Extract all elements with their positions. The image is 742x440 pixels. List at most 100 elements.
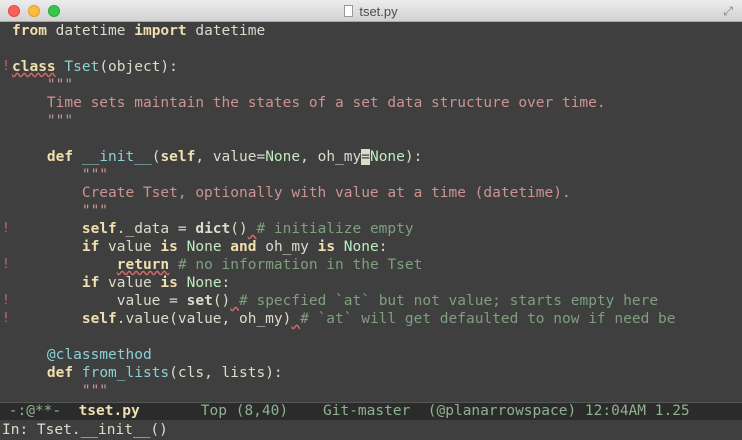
text-cursor[interactable]: = [361, 149, 370, 165]
code-line-15: if value is None: [0, 274, 742, 292]
docstring: Create Tset, optionally with value at a … [81, 185, 571, 201]
keyword: if [81, 275, 100, 291]
code-text: () [230, 221, 248, 237]
buffer-name[interactable]: tset.py [79, 403, 140, 419]
constant: None [343, 239, 379, 255]
code-line-6: """ [0, 112, 742, 130]
keyword: if [81, 239, 100, 255]
code-line-16: ! value = set() # specfied `at` but not … [0, 292, 742, 310]
constant: None [186, 239, 222, 255]
code-text: value [99, 275, 161, 291]
code-line-5: Time sets maintain the states of a set d… [0, 94, 742, 112]
self-keyword: self [81, 311, 117, 327]
lint-warning-marker: ! [2, 293, 10, 308]
keyword: def [46, 149, 74, 165]
code-line-12: ! self._data = dict() # initialize empty [0, 220, 742, 238]
fullscreen-icon[interactable]: ⤢ [720, 3, 736, 19]
keyword: class [12, 59, 56, 75]
constant: None [265, 149, 301, 165]
code-line-21: """ [0, 382, 742, 400]
code-line-4: """ [0, 76, 742, 94]
minibuffer[interactable]: In: Tset.__init__() [0, 420, 742, 440]
code-text: datetime [46, 23, 135, 39]
code-text: ._data = [116, 221, 196, 237]
keyword: is [317, 239, 336, 255]
docstring: """ [81, 167, 109, 183]
vc-branch[interactable]: Git-master [288, 403, 410, 419]
mode-line-extra: (@planarrowspace) 12:04AM 1.25 [410, 403, 690, 419]
keyword: is [160, 275, 178, 291]
code-line-1: from datetime import datetime [0, 22, 742, 40]
code-line-14: ! return # no information in the Tset [0, 256, 742, 274]
docstring: """ [46, 113, 74, 129]
title-bar[interactable]: tset.py ⤢ [0, 0, 742, 22]
code-line-3: ! class Tset(object): [0, 58, 742, 76]
window-title: tset.py [359, 3, 398, 19]
window-title-group: tset.py [0, 0, 742, 22]
comment: # `at` will get defaulted to now if need… [300, 311, 676, 327]
function-name: __init__ [81, 149, 152, 165]
code-line-13: if value is None and oh_my is None: [0, 238, 742, 256]
mode-line[interactable]: -:@**- tset.py Top (8,40) Git-master (@p… [0, 402, 742, 420]
docstring: """ [81, 203, 109, 219]
keyword: from [12, 23, 47, 39]
code-editor[interactable]: from datetime import datetime ! class Tse… [0, 22, 742, 402]
code-line-9: """ [0, 166, 742, 184]
code-line-10: Create Tset, optionally with value at a … [0, 184, 742, 202]
code-text: datetime [186, 23, 266, 39]
cursor-position: Top (8,40) [139, 403, 289, 419]
self-keyword: self [81, 221, 117, 237]
code-text: (cls, lists): [169, 365, 283, 381]
self-keyword: self [160, 149, 196, 165]
code-text: , oh_my [300, 149, 362, 165]
decorator: @classmethod [46, 347, 152, 363]
builtin: set [186, 293, 213, 309]
code-text: value = [116, 293, 187, 309]
code-line-8: def __init__(self, value=None, oh_my=Non… [0, 148, 742, 166]
code-line-17: ! self.value(value, oh_my) # `at` will g… [0, 310, 742, 328]
comment: # no information in the Tset [177, 257, 423, 273]
code-line-11: """ [0, 202, 742, 220]
code-text: .value(value, oh_my) [116, 311, 292, 327]
code-text: value [99, 239, 161, 255]
code-text: () [212, 293, 231, 309]
keyword: import [134, 23, 187, 39]
keyword: def [46, 365, 74, 381]
document-icon [344, 5, 354, 17]
class-name: Tset [64, 59, 100, 75]
docstring: Time sets maintain the states of a set d… [46, 95, 606, 111]
lint-warning-marker: ! [2, 311, 10, 326]
constant: None [369, 149, 405, 165]
docstring: """ [46, 77, 74, 93]
lint-squiggle [230, 293, 239, 309]
code-line-20: def from_lists(cls, lists): [0, 364, 742, 382]
buffer-status: -:@**- [0, 403, 79, 419]
builtin: dict [195, 221, 231, 237]
docstring: """ [81, 383, 109, 399]
keyword: return [116, 257, 170, 273]
code-line-19: @classmethod [0, 346, 742, 364]
emacs-window: tset.py ⤢ from datetime import datetime … [0, 0, 742, 440]
keyword: and [230, 239, 257, 255]
